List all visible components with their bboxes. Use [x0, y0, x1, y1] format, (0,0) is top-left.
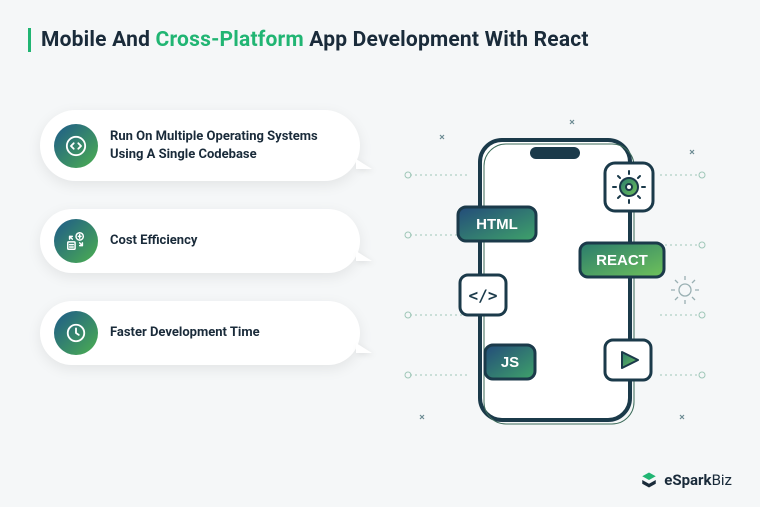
benefit-card-time: Faster Development Time	[40, 301, 360, 365]
cost-icon	[54, 219, 98, 263]
page-title: Mobile And Cross-Platform App Developmen…	[28, 28, 589, 52]
html-badge: HTML	[458, 207, 536, 241]
js-badge: JS	[485, 345, 535, 379]
badge-label: HTML	[476, 216, 518, 233]
title-highlight: Cross-Platform	[156, 28, 304, 52]
svg-text:</>: </>	[469, 286, 498, 305]
badge-label: REACT	[596, 252, 648, 269]
play-card-icon	[605, 340, 651, 380]
gear-icon	[671, 276, 699, 304]
benefit-text: Run On Multiple Operating Systems Using …	[110, 128, 336, 163]
brand-logo: eSparkBiz	[640, 471, 732, 489]
title-prefix: Mobile And	[41, 28, 156, 52]
benefit-text: Cost Efficiency	[110, 232, 197, 250]
code-card-icon: </>	[460, 275, 506, 315]
react-badge: REACT	[580, 243, 664, 277]
logo-mark-icon	[640, 471, 658, 489]
phone-illustration: HTML REACT </> JS	[380, 115, 720, 445]
brand-suffix: Biz	[712, 471, 732, 489]
brand-name: eSpark	[664, 471, 711, 489]
clock-icon	[54, 311, 98, 355]
gear-card-icon	[605, 163, 653, 211]
benefit-card-cost: Cost Efficiency	[40, 209, 360, 273]
badge-label: JS	[501, 354, 519, 371]
benefit-card-codebase: Run On Multiple Operating Systems Using …	[40, 110, 360, 181]
title-suffix: App Development With React	[304, 28, 589, 52]
code-icon	[54, 124, 98, 168]
benefit-text: Faster Development Time	[110, 324, 260, 342]
benefits-list: Run On Multiple Operating Systems Using …	[40, 110, 360, 393]
